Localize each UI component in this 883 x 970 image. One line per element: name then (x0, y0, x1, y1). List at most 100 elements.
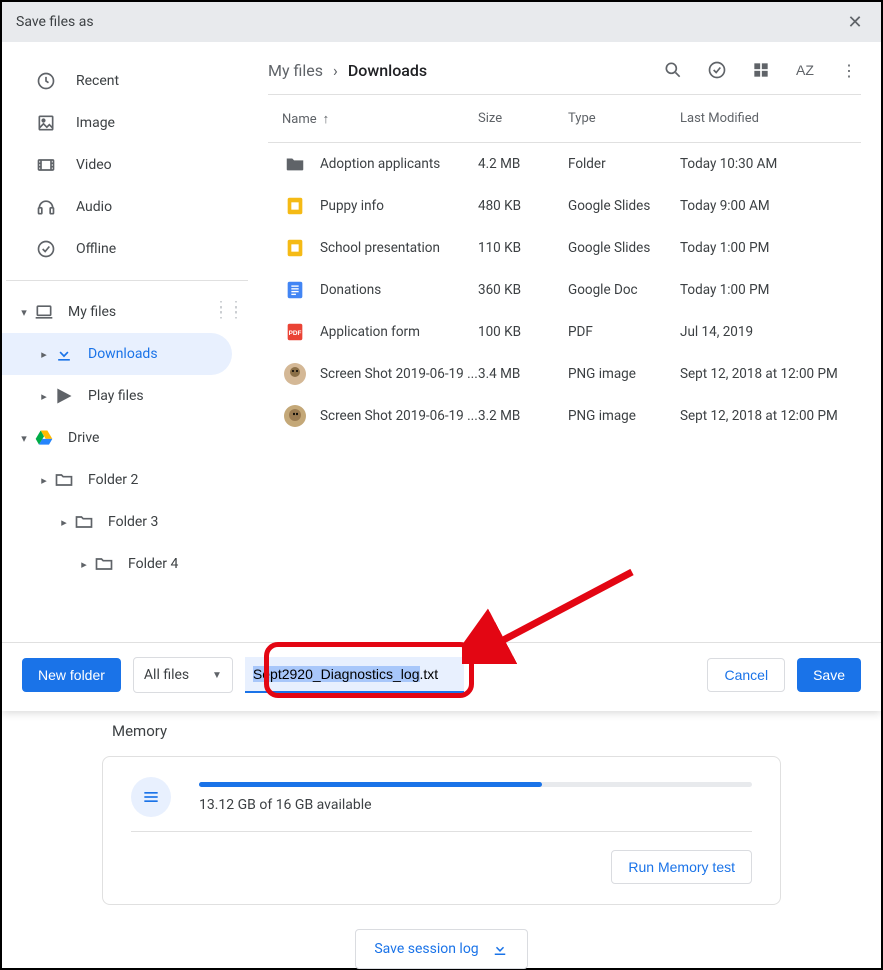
sidebar-item-image[interactable]: Image (2, 102, 248, 144)
col-size[interactable]: Size (478, 111, 568, 126)
tree-item-folder-4[interactable]: ▸ Folder 4 (2, 543, 248, 585)
offline-icon (36, 239, 56, 259)
sidebar-item-label: Image (76, 115, 115, 131)
table-row[interactable]: Adoption applicants4.2 MBFolderToday 10:… (268, 143, 861, 185)
folder-icon (94, 554, 114, 574)
tree-item-play-files[interactable]: ▸ Play files (2, 375, 248, 417)
memory-text: 13.12 GB of 16 GB available (199, 797, 752, 813)
table-row[interactable]: Donations360 KBGoogle DocToday 1:00 PM (268, 269, 861, 311)
tree-item-label: Drive (68, 430, 99, 446)
file-type: Folder (568, 156, 680, 172)
save-file-dialog: Save files as ✕ Recent Image Video Audio Off… (2, 2, 881, 711)
tree-item-downloads[interactable]: ▸Downloads (2, 333, 232, 375)
new-folder-button[interactable]: New folder (22, 658, 121, 692)
sidebar-item-label: Audio (76, 199, 112, 215)
memory-icon (131, 777, 171, 817)
table-row[interactable]: School presentation110 KBGoogle SlidesTo… (268, 227, 861, 269)
file-type-filter-label: All files (144, 667, 189, 683)
file-modified: Today 1:00 PM (680, 240, 861, 256)
drive-icon (34, 428, 54, 448)
tree-item-folder-2[interactable]: ▸Folder 2 (2, 459, 248, 501)
download-icon (491, 940, 509, 958)
table-row[interactable]: Puppy info480 KBGoogle SlidesToday 9:00 … (268, 185, 861, 227)
download-icon (54, 344, 74, 364)
breadcrumb-parent[interactable]: My files (268, 61, 323, 80)
dialog-titlebar: Save files as ✕ (2, 2, 881, 42)
memory-card: 13.12 GB of 16 GB available Run Memory t… (102, 756, 781, 905)
sidebar-item-recent[interactable]: Recent (2, 60, 248, 102)
tree-item-label: Folder 3 (108, 514, 158, 530)
file-modified: Sept 12, 2018 at 12:00 PM (680, 408, 861, 424)
chevron-icon: ▸ (54, 516, 74, 529)
file-size: 3.2 MB (478, 408, 568, 424)
slides-icon (282, 193, 308, 219)
grid-view-icon[interactable] (749, 58, 773, 82)
slides-icon (282, 235, 308, 261)
file-type: PDF (568, 324, 680, 340)
check-circle-icon[interactable] (705, 58, 729, 82)
table-row[interactable]: PDFApplication form100 KBPDFJul 14, 2019 (268, 311, 861, 353)
docs-icon (282, 277, 308, 303)
tree-item-drive[interactable]: ▾Drive (2, 417, 248, 459)
sidebar-item-audio[interactable]: Audio (2, 186, 248, 228)
sort-az-icon[interactable]: AZ (793, 58, 817, 82)
chevron-icon: ▸ (34, 390, 54, 403)
cancel-button[interactable]: Cancel (707, 658, 785, 692)
more-options-icon[interactable]: ⋮ (837, 58, 861, 82)
dialog-title: Save files as (16, 14, 94, 30)
folder-icon (54, 470, 74, 490)
tree-item-label: Downloads (88, 346, 158, 362)
tree-item-folder-3[interactable]: ▸ Folder 3 (2, 501, 248, 543)
chevron-right-icon: › (333, 61, 338, 80)
file-modified: Jul 14, 2019 (680, 324, 861, 340)
file-modified: Today 10:30 AM (680, 156, 861, 172)
col-name[interactable]: Name↑ (268, 111, 478, 127)
save-button[interactable]: Save (797, 658, 861, 692)
file-name: Application form (320, 324, 420, 340)
file-content-area: My files › Downloads AZ ⋮ Name↑ Size (248, 42, 881, 642)
file-name: Donations (320, 282, 381, 298)
chevron-icon: ▸ (74, 558, 94, 571)
memory-bar (199, 782, 752, 787)
file-modified: Today 1:00 PM (680, 282, 861, 298)
dialog-footer: New folder All files ▼ Cancel Save (2, 642, 881, 711)
sidebar-item-label: Video (76, 157, 112, 173)
sidebar-item-label: Offline (76, 241, 116, 257)
sidebar-item-label: Recent (76, 73, 119, 89)
drag-handle-icon[interactable]: ⋮⋮⋮⋮ (214, 304, 244, 316)
folder-icon (282, 151, 308, 177)
chevron-down-icon: ▼ (212, 670, 222, 681)
col-modified[interactable]: Last Modified (680, 111, 861, 126)
file-size: 100 KB (478, 324, 568, 340)
file-size: 110 KB (478, 240, 568, 256)
file-type: Google Slides (568, 240, 680, 256)
sidebar: Recent Image Video Audio Offline ⋮⋮⋮⋮ ▾My fi… (2, 42, 248, 642)
diagnostics-background: Memory 13.12 GB of 16 GB available Run M… (2, 702, 881, 968)
filename-input[interactable] (245, 657, 464, 693)
tree-item-my-files[interactable]: ▾My files (2, 291, 248, 333)
file-name: Screen Shot 2019-06-19 ... (320, 366, 478, 382)
file-modified: Sept 12, 2018 at 12:00 PM (680, 366, 861, 382)
clock-icon (36, 71, 56, 91)
run-memory-test-button[interactable]: Run Memory test (611, 850, 752, 884)
save-session-log-button[interactable]: Save session log (355, 929, 527, 969)
folder-icon (74, 512, 94, 532)
file-name: Puppy info (320, 198, 384, 214)
file-type: PNG image (568, 366, 680, 382)
file-type-filter[interactable]: All files ▼ (133, 657, 233, 693)
col-type[interactable]: Type (568, 111, 680, 126)
chevron-icon: ▾ (14, 306, 34, 319)
file-size: 480 KB (478, 198, 568, 214)
sidebar-item-video[interactable]: Video (2, 144, 248, 186)
sidebar-item-offline[interactable]: Offline (2, 228, 248, 270)
table-row[interactable]: Screen Shot 2019-06-19 ...3.2 MBPNG imag… (268, 395, 861, 437)
tree-item-label: Play files (88, 388, 144, 404)
search-icon[interactable] (661, 58, 685, 82)
audio-icon (36, 197, 56, 217)
close-icon[interactable]: ✕ (843, 12, 867, 33)
save-session-log-label: Save session log (374, 941, 478, 957)
laptop-icon (34, 302, 54, 322)
table-row[interactable]: Screen Shot 2019-06-19 ...3.4 MBPNG imag… (268, 353, 861, 395)
table-header: Name↑ Size Type Last Modified (268, 95, 861, 143)
tree-item-label: Folder 4 (128, 556, 178, 572)
